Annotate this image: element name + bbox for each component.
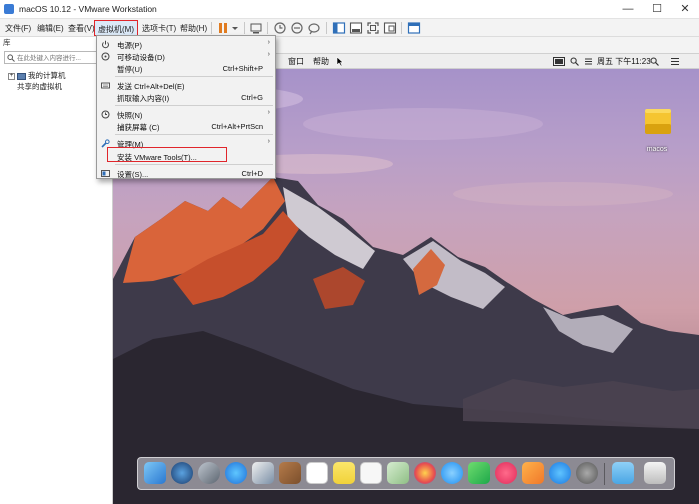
menu-item-label: 暂停(U)	[117, 65, 143, 74]
menu-item-capture-screen[interactable]: 捕获屏幕 (C) Ctrl+Alt+PrtScn	[97, 120, 275, 132]
ibooks-icon[interactable]	[522, 462, 544, 484]
close-button[interactable]: ✕	[671, 0, 699, 19]
toolbar-separator	[244, 22, 245, 34]
guest-menu-help[interactable]: 帮助	[313, 56, 329, 67]
library-search-input[interactable]	[17, 53, 105, 63]
menu-separator	[115, 76, 273, 77]
menu-item-label: 捕获屏幕 (C)	[117, 123, 160, 132]
chevron-down-icon[interactable]	[228, 21, 242, 35]
menu-vm[interactable]: 虚拟机(M)	[94, 20, 138, 36]
annotation-highlight-box	[107, 147, 227, 162]
menu-item-grab-input[interactable]: 抓取输入内容(I) Ctrl+G	[97, 91, 275, 103]
itunes-icon[interactable]	[495, 462, 517, 484]
tree-item-label: 共享的虚拟机	[17, 82, 62, 91]
snapshot-icon[interactable]	[273, 21, 287, 35]
menu-tabs[interactable]: 选项卡(T)	[142, 23, 176, 34]
dock-separator	[604, 463, 605, 485]
menu-item-settings[interactable]: 设置(S)... Ctrl+D	[97, 167, 275, 179]
notification-list-icon[interactable]	[584, 57, 593, 66]
snapshot-icon	[101, 110, 110, 119]
photos-icon[interactable]	[414, 462, 436, 484]
menu-edit[interactable]: 编辑(E)	[37, 23, 64, 34]
facetime-icon[interactable]	[468, 462, 490, 484]
maps-icon[interactable]	[387, 462, 409, 484]
messages-icon[interactable]	[441, 462, 463, 484]
toolbar-separator	[267, 22, 268, 34]
unity-icon[interactable]	[383, 21, 397, 35]
contacts-icon[interactable]	[279, 462, 301, 484]
menu-item-snapshot[interactable]: 快照(N) ›	[97, 108, 275, 120]
guest-menu-window[interactable]: 窗口	[288, 56, 304, 67]
mail-icon[interactable]	[252, 462, 274, 484]
removable-devices-icon	[101, 52, 110, 61]
library-search-box[interactable]	[4, 51, 108, 64]
keyboard-icon	[101, 82, 110, 89]
title-bar: macOS 10.12 - VMware Workstation — ☐ ✕	[0, 0, 699, 19]
launchpad-icon[interactable]	[198, 462, 220, 484]
menu-help[interactable]: 帮助(H)	[180, 23, 207, 34]
siri-icon[interactable]	[171, 462, 193, 484]
trash-icon[interactable]	[644, 462, 666, 484]
settings-icon	[101, 170, 110, 177]
console-view-icon[interactable]	[407, 21, 421, 35]
menu-item-shortcut: Ctrl+G	[241, 93, 263, 102]
safari-icon[interactable]	[225, 462, 247, 484]
menu-item-label: 设置(S)...	[117, 170, 149, 179]
desktop-icon-label: macos	[646, 146, 668, 153]
search-icon	[7, 54, 15, 62]
notification-center-icon[interactable]	[670, 57, 680, 66]
menu-item-send-ctrl-alt-del[interactable]: 发送 Ctrl+Alt+Del(E)	[97, 79, 275, 91]
reminders-icon[interactable]	[360, 462, 382, 484]
mouse-pointer-icon	[336, 57, 344, 67]
system-preferences-icon[interactable]	[576, 462, 598, 484]
snapshot-manager-icon[interactable]	[307, 21, 321, 35]
menu-item-pause[interactable]: 暂停(U) Ctrl+Shift+P	[97, 62, 275, 74]
menu-file[interactable]: 文件(F)	[5, 23, 31, 34]
submenu-arrow-icon: ›	[267, 39, 270, 46]
thumbnail-view-icon[interactable]	[349, 21, 363, 35]
calendar-icon[interactable]	[306, 462, 328, 484]
menu-item-shortcut: Ctrl+Shift+P	[222, 64, 263, 73]
vmware-app-icon	[4, 4, 14, 14]
menu-item-label: 抓取输入内容(I)	[117, 94, 170, 103]
downloads-folder-icon[interactable]	[612, 462, 634, 484]
display-icon[interactable]	[553, 57, 565, 66]
power-icon	[102, 40, 109, 49]
app-store-icon[interactable]	[549, 462, 571, 484]
guest-clock[interactable]: 周五 下午11:23	[597, 56, 651, 67]
revert-snapshot-icon[interactable]	[290, 21, 304, 35]
send-keys-icon[interactable]	[249, 21, 263, 35]
finder-icon[interactable]	[144, 462, 166, 484]
siri-search-icon[interactable]	[650, 57, 659, 66]
expand-icon[interactable]: +	[8, 72, 15, 80]
dock	[137, 457, 675, 490]
toolbar-separator	[211, 22, 212, 34]
submenu-arrow-icon: ›	[267, 109, 270, 116]
menu-separator	[115, 105, 273, 106]
window-title: macOS 10.12 - VMware Workstation	[19, 4, 157, 14]
toolbar-separator	[401, 22, 402, 34]
computer-icon	[17, 72, 26, 80]
spotlight-search-icon[interactable]	[570, 57, 579, 66]
submenu-arrow-icon: ›	[267, 138, 270, 145]
maximize-button[interactable]: ☐	[643, 0, 671, 19]
menu-item-removable-devices[interactable]: 可移动设备(D) ›	[97, 50, 275, 62]
tree-item-my-computer[interactable]: + 我的计算机	[8, 71, 66, 81]
library-view-icon[interactable]	[332, 21, 346, 35]
tree-item-shared-vms[interactable]: 共享的虚拟机	[17, 82, 62, 92]
menu-view[interactable]: 查看(V)	[68, 23, 95, 34]
menu-item-power[interactable]: 电源(P) ›	[97, 38, 275, 50]
fullscreen-icon[interactable]	[366, 21, 380, 35]
menu-item-shortcut: Ctrl+D	[241, 169, 263, 178]
notes-icon[interactable]	[333, 462, 355, 484]
submenu-arrow-icon: ›	[267, 51, 270, 58]
menu-separator	[115, 134, 273, 135]
tree-item-label: 我的计算机	[28, 71, 66, 80]
menu-item-shortcut: Ctrl+Alt+PrtScn	[211, 122, 263, 131]
hard-disk-icon[interactable]	[644, 107, 672, 137]
toolbar-separator	[326, 22, 327, 34]
menu-separator	[115, 164, 273, 165]
minimize-button[interactable]: —	[614, 0, 642, 19]
